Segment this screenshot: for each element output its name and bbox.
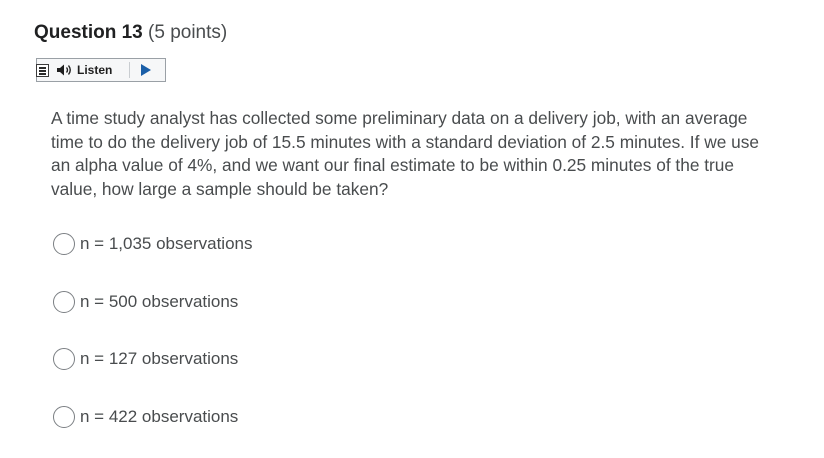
answer-option-1[interactable]: n = 1,035 observations	[53, 233, 252, 255]
question-title: Question 13	[34, 22, 143, 43]
radio-button[interactable]	[53, 348, 75, 370]
answer-option-label: n = 127 observations	[80, 349, 239, 368]
speaker-icon	[57, 64, 71, 76]
listen-toolbar: Listen	[36, 58, 166, 82]
answer-option-label: n = 422 observations	[80, 407, 239, 426]
question-points: (5 points)	[148, 22, 228, 43]
toolbar-divider	[129, 62, 130, 78]
answer-option-4[interactable]: n = 422 observations	[53, 406, 238, 428]
answer-option-label: n = 1,035 observations	[80, 234, 253, 253]
radio-button[interactable]	[53, 291, 75, 313]
menu-icon[interactable]	[36, 64, 49, 77]
question-heading: Question 13 (5 points)	[34, 22, 227, 44]
play-icon[interactable]	[141, 64, 151, 76]
listen-label: Listen	[77, 63, 113, 77]
radio-button[interactable]	[53, 233, 75, 255]
answer-option-2[interactable]: n = 500 observations	[53, 291, 238, 313]
listen-button[interactable]: Listen	[55, 60, 112, 80]
answer-option-label: n = 500 observations	[80, 292, 239, 311]
answer-option-3[interactable]: n = 127 observations	[53, 348, 238, 370]
question-text: A time study analyst has collected some …	[51, 108, 759, 199]
radio-button[interactable]	[53, 406, 75, 428]
